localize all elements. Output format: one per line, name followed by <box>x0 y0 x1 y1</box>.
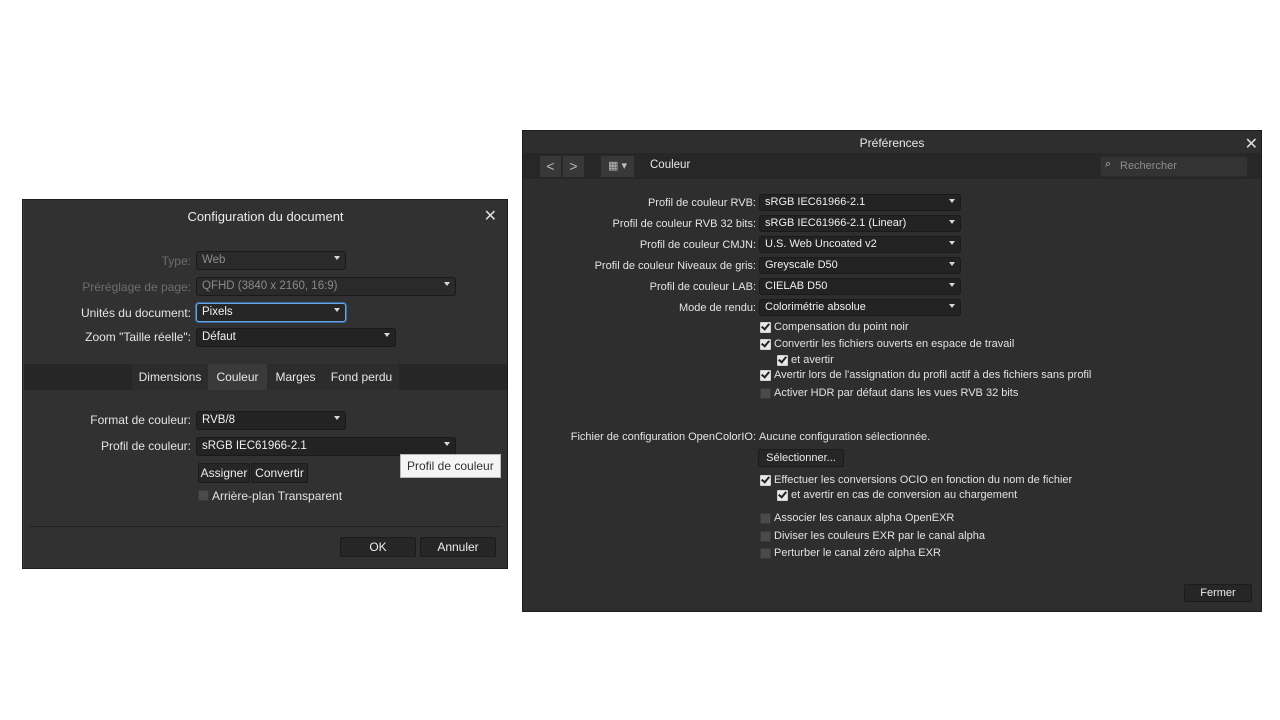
exr-zero-alpha-label: Perturber le canal zéro alpha EXR <box>774 547 941 559</box>
ocio-label: Fichier de configuration OpenColorIO: <box>570 431 756 443</box>
warn-label: et avertir <box>791 354 834 366</box>
exr-divide-label: Diviser les couleurs EXR par le canal al… <box>774 530 985 542</box>
black-point-label: Compensation du point noir <box>774 321 909 333</box>
assign-button[interactable]: Assigner <box>198 463 250 483</box>
rgb-profile-select[interactable]: sRGB IEC61966-2.1 <box>759 194 961 211</box>
chevron-down-icon <box>949 304 955 308</box>
render-mode-select[interactable]: Colorimétrie absolue <box>759 299 961 316</box>
back-icon[interactable]: < <box>540 156 561 177</box>
exr-alpha-label: Associer les canaux alpha OpenEXR <box>774 512 955 524</box>
search-icon: ⌕ <box>1105 158 1112 170</box>
tab-marges[interactable]: Marges <box>267 364 324 390</box>
lab-profile-select[interactable]: CIELAB D50 <box>759 278 961 295</box>
exr-alpha-checkbox[interactable] <box>760 513 771 524</box>
tab-dimensions[interactable]: Dimensions <box>132 364 208 390</box>
ok-button[interactable]: OK <box>340 537 416 557</box>
chevron-down-icon <box>384 333 390 337</box>
grey-profile-select[interactable]: Greyscale D50 <box>759 257 961 274</box>
dialog-title: Configuration du document <box>187 209 344 224</box>
zoom-label: Zoom "Taille réelle": <box>85 330 191 344</box>
render-mode-value: Colorimétrie absolue <box>765 301 866 313</box>
lab-profile-label: Profil de couleur LAB: <box>649 281 756 293</box>
search-placeholder: Rechercher <box>1120 160 1177 172</box>
lab-profile-value: CIELAB D50 <box>765 280 828 292</box>
warn-checkbox[interactable] <box>777 355 788 366</box>
type-value: Web <box>202 254 226 266</box>
preset-value: QFHD (3840 x 2160, 16:9) <box>202 280 338 292</box>
chevron-down-icon <box>334 256 340 260</box>
ocio-value: Aucune configuration sélectionnée. <box>759 431 931 443</box>
warn-assign-label: Avertir lors de l'assignation du profil … <box>774 369 1092 381</box>
type-label: Type: <box>161 254 191 268</box>
ocio-convert-label: Effectuer les conversions OCIO en foncti… <box>774 474 1073 486</box>
units-label: Unités du document: <box>80 306 191 320</box>
cmyk-profile-label: Profil de couleur CMJN: <box>639 239 756 251</box>
chevron-down-icon <box>949 241 955 245</box>
rgb32-profile-select[interactable]: sRGB IEC61966-2.1 (Linear) <box>759 215 961 232</box>
chevron-down-icon <box>334 308 340 312</box>
chevron-down-icon <box>334 416 340 420</box>
transparent-label: Arrière-plan Transparent <box>212 489 343 503</box>
tab-bar: Dimensions Couleur Marges Fond perdu <box>24 364 507 390</box>
ocio-warn-label: et avertir en cas de conversion au charg… <box>791 489 1018 501</box>
cmyk-profile-value: U.S. Web Uncoated v2 <box>765 238 877 250</box>
ocio-convert-checkbox[interactable] <box>760 475 771 486</box>
select-button[interactable]: Sélectionner... <box>758 449 844 467</box>
exr-zero-alpha-checkbox[interactable] <box>760 548 771 559</box>
format-label: Format de couleur: <box>90 413 191 427</box>
rgb32-profile-value: sRGB IEC61966-2.1 (Linear) <box>765 217 907 229</box>
ocio-warn-checkbox[interactable] <box>777 490 788 501</box>
type-select: Web <box>196 251 346 270</box>
render-mode-label: Mode de rendu: <box>678 302 756 314</box>
grid-menu-icon[interactable]: ▦ ▾ <box>601 156 634 177</box>
search-input[interactable]: ⌕ Rechercher <box>1100 156 1248 177</box>
exr-divide-checkbox[interactable] <box>760 531 771 542</box>
chevron-down-icon <box>444 282 450 286</box>
warn-assign-checkbox[interactable] <box>760 370 771 381</box>
units-value: Pixels <box>202 306 233 318</box>
chevron-down-icon <box>949 262 955 266</box>
hdr-label: Activer HDR par défaut dans les vues RVB… <box>774 387 1019 399</box>
cancel-button[interactable]: Annuler <box>420 537 496 557</box>
grey-profile-label: Profil de couleur Niveaux de gris: <box>594 260 756 272</box>
profile-value: sRGB IEC61966-2.1 <box>202 440 307 452</box>
units-select[interactable]: Pixels <box>196 303 346 322</box>
divider <box>30 526 501 527</box>
format-value: RVB/8 <box>202 414 236 426</box>
convert-open-label: Convertir les fichiers ouverts en espace… <box>774 338 1015 350</box>
format-select[interactable]: RVB/8 <box>196 411 346 430</box>
profile-label: Profil de couleur: <box>100 439 191 453</box>
rgb32-profile-label: Profil de couleur RVB 32 bits: <box>612 218 756 230</box>
zoom-select[interactable]: Défaut <box>196 328 396 347</box>
document-setup-dialog: Configuration du document ✕ Type: Web Pr… <box>23 200 507 568</box>
grey-profile-value: Greyscale D50 <box>765 259 838 271</box>
convert-open-checkbox[interactable] <box>760 339 771 350</box>
chevron-down-icon <box>949 283 955 287</box>
dialog-title: Préférences <box>859 136 925 150</box>
zoom-value: Défaut <box>202 331 236 343</box>
close-icon[interactable]: ✕ <box>1245 134 1258 154</box>
preset-label: Préréglage de page: <box>82 280 191 294</box>
transparent-checkbox[interactable] <box>198 490 209 501</box>
tab-fond-perdu[interactable]: Fond perdu <box>324 364 399 390</box>
close-icon[interactable]: ✕ <box>484 206 497 226</box>
chevron-down-icon <box>444 442 450 446</box>
rgb-profile-value: sRGB IEC61966-2.1 <box>765 196 866 208</box>
preferences-dialog: Préférences ✕ < > ▦ ▾ Couleur ⌕ Recherch… <box>523 131 1261 611</box>
chevron-down-icon <box>949 199 955 203</box>
cmyk-profile-select[interactable]: U.S. Web Uncoated v2 <box>759 236 961 253</box>
tooltip: Profil de couleur <box>400 454 501 478</box>
chevron-down-icon <box>949 220 955 224</box>
toolbar: < > ▦ ▾ Couleur ⌕ Rechercher <box>523 153 1261 179</box>
close-button[interactable]: Fermer <box>1184 584 1252 602</box>
black-point-checkbox[interactable] <box>760 322 771 333</box>
hdr-checkbox[interactable] <box>760 388 771 399</box>
tab-couleur[interactable]: Couleur <box>208 364 267 390</box>
section-title: Couleur <box>650 159 691 171</box>
rgb-profile-label: Profil de couleur RVB: <box>647 197 756 209</box>
convert-button[interactable]: Convertir <box>251 463 308 483</box>
preset-select: QFHD (3840 x 2160, 16:9) <box>196 277 456 296</box>
forward-icon[interactable]: > <box>563 156 584 177</box>
